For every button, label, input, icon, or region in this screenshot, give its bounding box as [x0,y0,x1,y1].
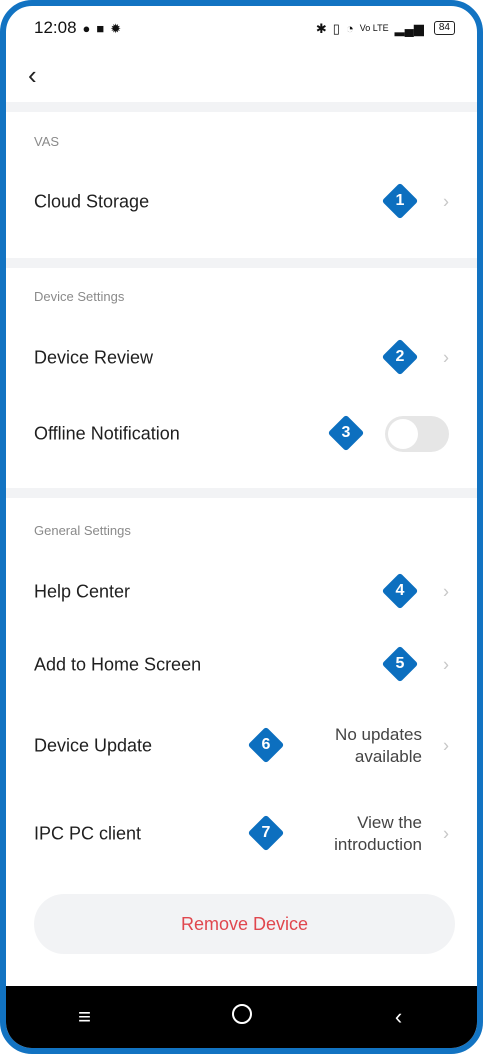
back-icon[interactable]: ‹ [369,1004,429,1030]
remove-device-button[interactable]: Remove Device [34,894,455,954]
wifi-icon: ◔ [345,20,354,36]
home-icon[interactable] [212,1004,272,1030]
device-review-row[interactable]: Device Review 2 › [6,330,477,386]
top-bar: ‹ [6,50,477,108]
step-badge: 5 [381,645,419,683]
value-line: introduction [334,835,422,854]
chevron-right-icon: › [443,347,449,368]
vibrate-icon: ▯ [332,20,340,36]
section-title-vas: VAS [34,134,60,149]
offline-notification-row: Offline Notification 3 [6,406,477,462]
section-divider [6,488,477,498]
row-label: Add to Home Screen [34,654,202,675]
back-arrow-icon[interactable]: ‹ [28,60,37,91]
step-badge: 2 [381,338,419,376]
step-badge: 7 [247,814,285,852]
section-title-general-settings: General Settings [34,523,131,538]
value-line: View the [357,813,422,832]
status-time: 12:08 [34,18,77,37]
status-bar-right: ✱ ▯ ◔ Vo LTE ▂▄▆ 84 [316,21,455,35]
step-badge: 3 [327,414,365,452]
add-to-home-screen-row[interactable]: Add to Home Screen 5 › [6,637,477,693]
chevron-right-icon: › [443,654,449,675]
chat-icon: ● [82,20,91,36]
menu-icon[interactable]: ≡ [55,1004,115,1030]
network-label: Vo LTE [359,22,389,33]
chevron-right-icon: › [443,581,449,602]
row-label: Cloud Storage [34,191,150,212]
value-line: No updates [335,725,422,744]
row-label: Device Review [34,347,154,368]
value-line: available [354,747,422,766]
chevron-right-icon: › [443,191,449,212]
ipc-pc-client-row[interactable]: IPC PC client 7 View the introduction › [6,806,477,862]
section-divider [6,258,477,268]
row-label: Device Update [34,735,153,756]
device-update-row[interactable]: Device Update 6 No updates available › [6,718,477,774]
settings-icon: ✹ [110,20,122,36]
system-nav-bar: ≡ ‹ [6,986,477,1048]
ipc-pc-client-value: View the introduction [334,812,422,856]
step-badge: 6 [247,726,285,764]
battery-icon: 84 [433,21,455,35]
step-badge: 4 [381,572,419,610]
chevron-right-icon: › [443,823,449,844]
phone-frame: 12:08 ● ■ ✹ ✱ ▯ ◔ Vo LTE ▂▄▆ 84 ‹ VAS Cl… [0,0,483,1054]
row-label: IPC PC client [34,823,142,844]
status-bar: 12:08 ● ■ ✹ ✱ ▯ ◔ Vo LTE ▂▄▆ 84 [6,6,477,50]
device-update-status: No updates available [335,724,422,768]
section-title-device-settings: Device Settings [34,289,125,304]
signal-icon: ▂▄▆ [394,20,424,36]
status-bar-left: 12:08 ● ■ ✹ [34,18,121,38]
offline-notification-toggle[interactable] [385,416,449,452]
step-badge: 1 [381,182,419,220]
app-icon: ■ [96,20,105,36]
section-divider [6,102,477,112]
toggle-knob [388,419,418,449]
chevron-right-icon: › [443,735,449,756]
cloud-storage-row[interactable]: Cloud Storage 1 › [6,174,477,230]
help-center-row[interactable]: Help Center 4 › [6,564,477,620]
bluetooth-icon: ✱ [315,20,327,36]
row-label: Offline Notification [34,423,180,444]
row-label: Help Center [34,581,131,602]
